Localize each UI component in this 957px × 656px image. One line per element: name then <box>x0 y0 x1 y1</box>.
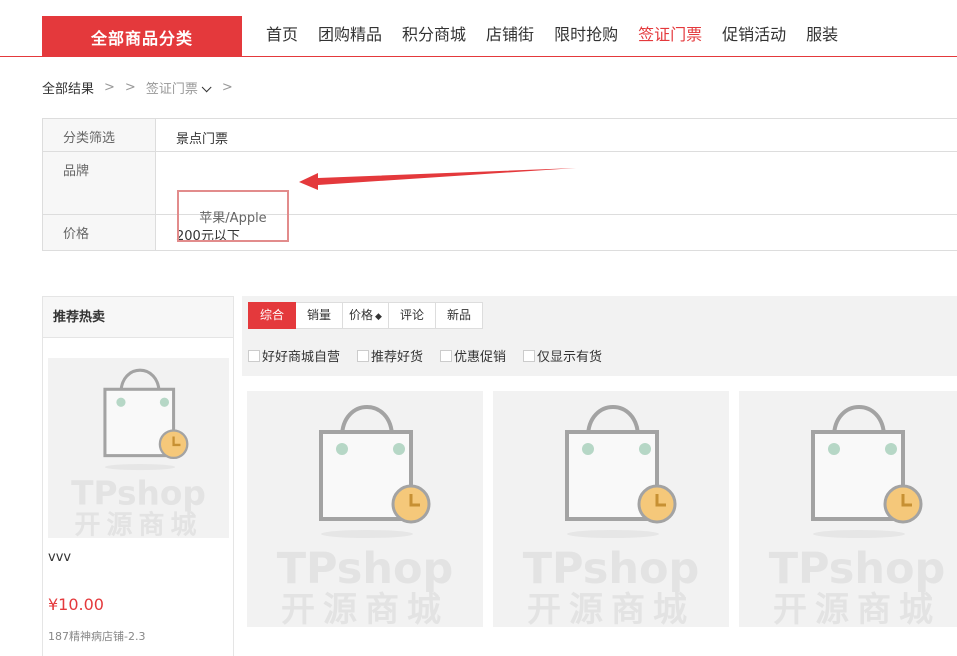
svg-text:TPshop: TPshop <box>769 544 946 594</box>
filter-checkboxes: 好好商城自营 推荐好货 优惠促销 仅显示有货 <box>248 346 619 365</box>
sort-bar: 综合 销量 价格 ◆ 评论 新品 好好商城自营 推荐好货 优惠促销 仅显示有货 <box>242 296 957 376</box>
svg-text:TPshop: TPshop <box>277 544 454 594</box>
checkbox-self-operated[interactable]: 好好商城自营 <box>248 346 340 365</box>
svg-text:开源商城: 开源商城 <box>281 590 449 627</box>
sort-arrows-icon: ◆ <box>375 312 382 322</box>
svg-text:开源商城: 开源商城 <box>527 590 695 627</box>
checkbox-promotion[interactable]: 优惠促销 <box>440 346 506 365</box>
sort-tabs: 综合 销量 价格 ◆ 评论 新品 <box>248 302 483 329</box>
product-name[interactable]: vvv <box>48 550 71 565</box>
shopping-bag-icon: TPshop 开源商城 <box>277 405 454 630</box>
sidebar-title: 推荐热卖 <box>43 297 233 338</box>
shopping-bag-icon: TPshop 开源商城 <box>769 405 946 627</box>
sidebar-hot-products: 推荐热卖 TPshop 开源商城 vvv ¥10.00 187精神病店铺-2.3 <box>42 296 234 656</box>
svg-text:TPshop: TPshop <box>71 474 206 512</box>
svg-text:TPshop: TPshop <box>523 544 700 594</box>
product-image[interactable]: TPshop 开源商城 <box>48 358 229 540</box>
sort-tab-sales[interactable]: 销量 <box>296 302 344 329</box>
checkbox-box[interactable] <box>440 349 453 362</box>
sort-tab-comprehensive[interactable]: 综合 <box>248 302 297 329</box>
shopping-bag-icon: TPshop 开源商城 <box>523 405 700 630</box>
checkbox-box[interactable] <box>523 349 536 362</box>
product-card[interactable]: TPshop 开源商城 <box>739 391 957 627</box>
svg-text:开源商城: 开源商城 <box>773 590 941 627</box>
product-card[interactable]: TPshop 开源商城 <box>493 391 729 630</box>
checkbox-box[interactable] <box>248 349 260 362</box>
shopping-bag-icon: TPshop 开源商城 <box>71 368 206 540</box>
svg-text:开源商城: 开源商城 <box>74 509 202 538</box>
sort-tab-price[interactable]: 价格 ◆ <box>343 302 389 329</box>
product-price: ¥10.00 <box>48 595 104 614</box>
checkbox-box[interactable] <box>357 349 370 362</box>
product-card[interactable]: TPshop 开源商城 <box>247 391 483 630</box>
product-shop[interactable]: 187精神病店铺-2.3 <box>48 628 145 644</box>
sort-tab-reviews[interactable]: 评论 <box>388 302 436 329</box>
checkbox-recommended[interactable]: 推荐好货 <box>357 346 423 365</box>
checkbox-in-stock[interactable]: 仅显示有货 <box>523 346 602 365</box>
sort-tab-new[interactable]: 新品 <box>435 302 483 329</box>
